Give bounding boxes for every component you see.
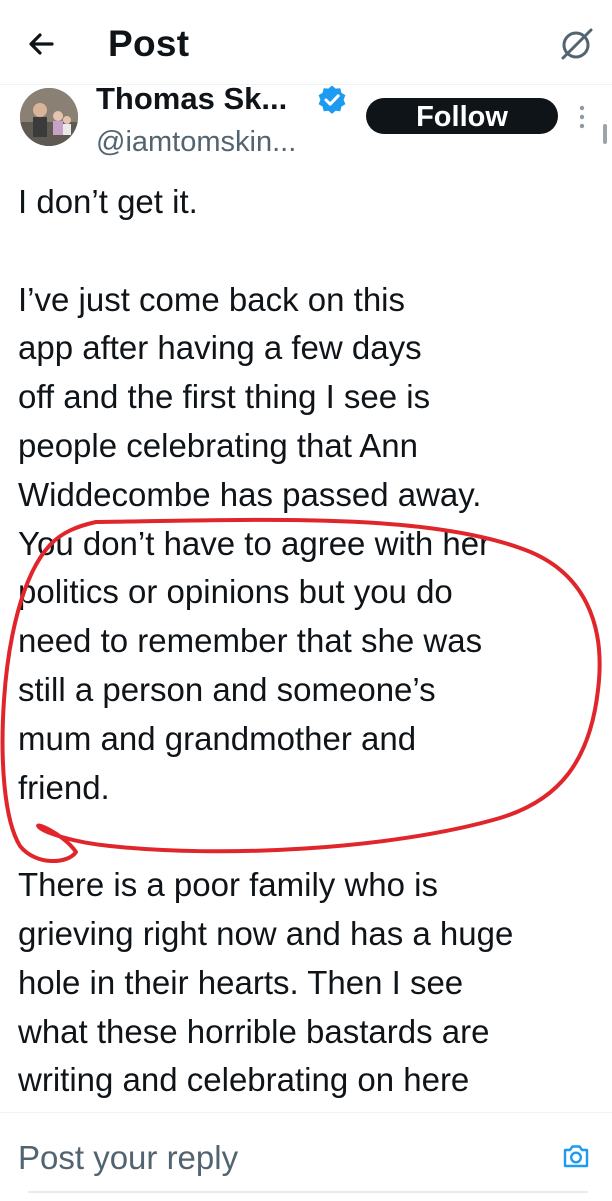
post-text-line: Widdecombe has passed away.	[18, 475, 482, 513]
post-text-line: I don’t get it.	[18, 183, 198, 220]
post-text-line	[18, 812, 604, 861]
post-text-line: politics or opinions but you do	[18, 573, 453, 611]
post-text-line: writing and celebrating on here	[18, 1061, 470, 1099]
post-text-line: need to remember that she was	[18, 622, 483, 660]
post-text-line: app after having a few days	[18, 329, 422, 367]
post-text-line: mum and grandmother and	[18, 719, 417, 757]
post-text-line: off and the first thing I see is	[18, 378, 431, 416]
grok-icon[interactable]	[554, 22, 598, 66]
post-text-line: what these horrible bastards are	[18, 1012, 490, 1050]
follow-button[interactable]: Follow	[366, 98, 558, 134]
avatar[interactable]	[20, 88, 78, 146]
post-text-line: I’ve just come back on this	[18, 280, 406, 318]
post-text-line: You don’t have to agree with her	[18, 524, 491, 562]
top-app-bar: Post	[0, 0, 612, 85]
post-text-line	[18, 227, 604, 276]
camera-icon[interactable]	[560, 1140, 592, 1172]
page-title: Post	[108, 23, 190, 64]
post-text-line: hole in their hearts. Then I see	[18, 963, 464, 1001]
post-text-line: people celebrating that Ann	[18, 426, 418, 464]
author-handle[interactable]: @iamtomskin...	[96, 124, 296, 160]
post-text: I don’t get it. I’ve just come back on t…	[18, 178, 604, 1105]
post-text-line: There is a poor family who is	[18, 866, 438, 904]
author-name[interactable]: Thomas Sk...	[96, 80, 287, 118]
post-text-line: friend.	[18, 768, 110, 806]
reply-input[interactable]: Post your reply	[18, 1136, 518, 1180]
verified-badge-icon	[318, 85, 346, 114]
post-text-line: still a person and someone’s	[18, 670, 436, 708]
scrollbar-thumb[interactable]	[603, 124, 607, 144]
post-text-line: grieving right now and has a huge	[18, 914, 514, 952]
more-vertical-icon[interactable]	[574, 104, 590, 130]
bottom-divider	[28, 1191, 588, 1193]
back-arrow-icon[interactable]	[22, 24, 62, 64]
